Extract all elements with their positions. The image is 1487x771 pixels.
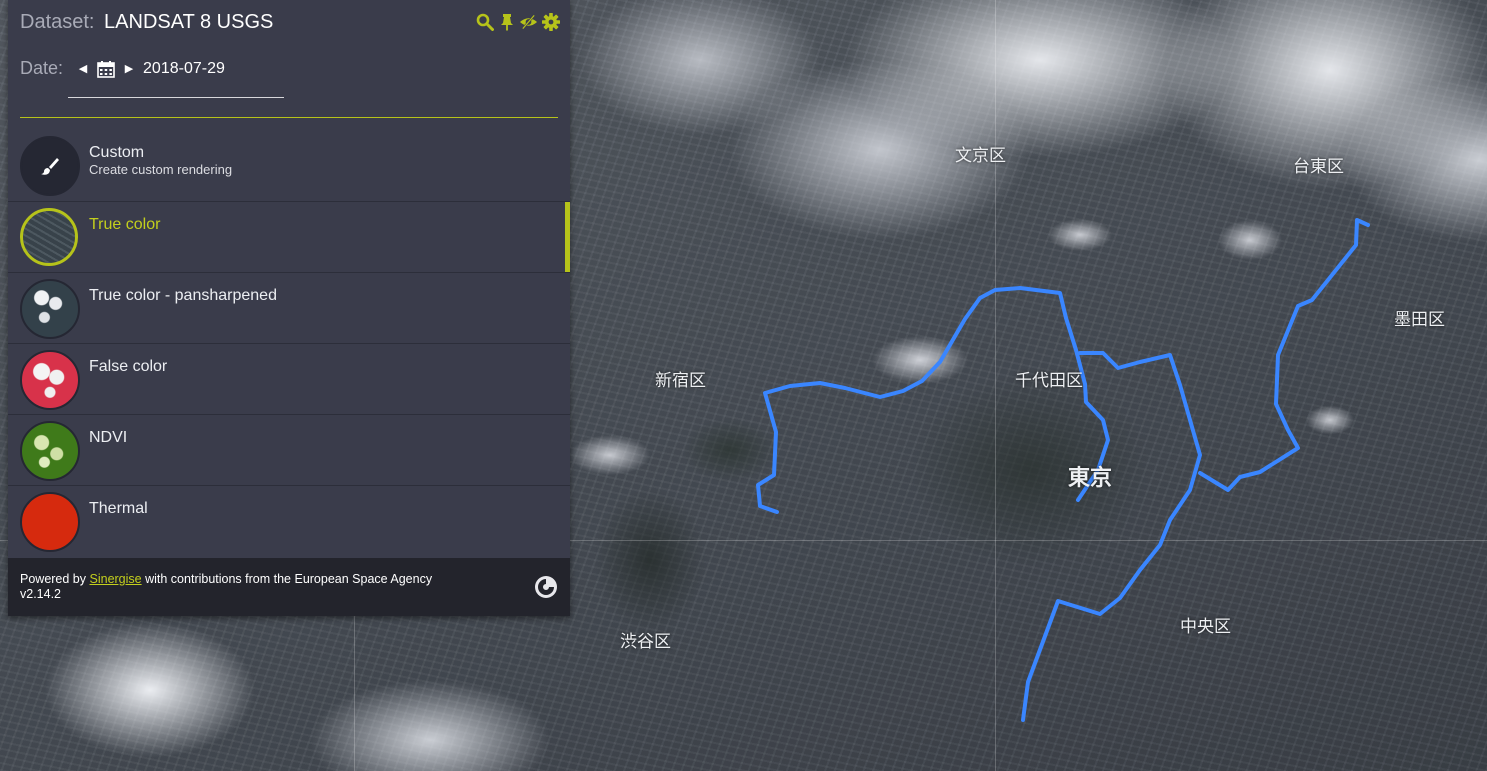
layer-panel: Dataset: LANDSAT 8 USGS Date: ◀ ▶ 2018-0… — [8, 0, 570, 616]
map-label-chuo: 中央区 — [1180, 617, 1231, 637]
layer-description: Create custom rendering — [89, 162, 233, 177]
brush-icon — [20, 136, 80, 196]
layer-name: True color — [89, 216, 161, 233]
layer-ndvi[interactable]: NDVI — [8, 415, 570, 486]
layer-true-color[interactable]: True color — [8, 202, 570, 273]
map-label-chiyoda: 千代田区 — [1015, 371, 1083, 391]
search-icon[interactable] — [475, 11, 494, 33]
map-label-sumida: 墨田区 — [1394, 310, 1445, 330]
layer-custom[interactable]: Custom Create custom rendering — [8, 130, 570, 202]
sinergise-link[interactable]: Sinergise — [90, 572, 142, 586]
layer-name: False color — [89, 358, 168, 375]
panel-footer: Powered by Sinergise with contributions … — [8, 558, 570, 616]
section-divider — [20, 117, 558, 118]
layer-name: Thermal — [89, 500, 148, 517]
dataset-row: Dataset: LANDSAT 8 USGS — [20, 11, 273, 34]
pin-icon[interactable] — [497, 11, 516, 33]
map-label-tokyo: 東京 — [1068, 466, 1113, 491]
layer-thumbnail — [20, 492, 80, 552]
attribution: Powered by Sinergise with contributions … — [20, 572, 432, 586]
layer-thumbnail — [20, 350, 80, 410]
toolbar — [475, 11, 560, 33]
date-input[interactable]: 2018-07-29 — [143, 60, 263, 78]
map-label-shibuya: 渋谷区 — [620, 632, 671, 652]
layer-name: NDVI — [89, 429, 128, 446]
contribution-text: with contributions from the European Spa… — [145, 572, 433, 586]
version-text: v2.14.2 — [20, 587, 62, 601]
date-label: Date: — [20, 58, 64, 78]
next-date-arrow-icon[interactable]: ▶ — [123, 62, 135, 75]
active-indicator — [565, 202, 570, 272]
layer-false-color[interactable]: False color — [8, 344, 570, 415]
layer-name: Custom — [89, 144, 145, 161]
powered-by-text: Powered by — [20, 572, 87, 586]
layer-list: Custom Create custom rendering True colo… — [8, 130, 570, 556]
layer-true-color-pansharpened[interactable]: True color - pansharpened — [8, 273, 570, 344]
calendar-icon[interactable] — [97, 60, 115, 78]
layer-thermal[interactable]: Thermal — [8, 486, 570, 556]
eye-toggle-icon[interactable] — [519, 11, 538, 33]
layer-thumbnail — [20, 279, 80, 339]
esa-logo-icon[interactable] — [534, 575, 558, 599]
map-label-bunkyo: 文京区 — [955, 146, 1006, 166]
date-row: Date: ◀ ▶ 2018-07-29 — [20, 58, 263, 79]
layer-name: True color - pansharpened — [89, 287, 277, 304]
dataset-label: Dataset: — [20, 11, 95, 33]
map-label-shinjuku: 新宿区 — [655, 371, 706, 391]
gear-icon[interactable] — [541, 11, 560, 33]
prev-date-arrow-icon[interactable]: ◀ — [77, 62, 89, 75]
date-input-underline — [68, 97, 284, 98]
dataset-value[interactable]: LANDSAT 8 USGS — [104, 11, 273, 33]
layer-thumbnail — [20, 421, 80, 481]
layer-thumbnail — [20, 208, 78, 266]
map-label-taito: 台東区 — [1293, 157, 1344, 177]
